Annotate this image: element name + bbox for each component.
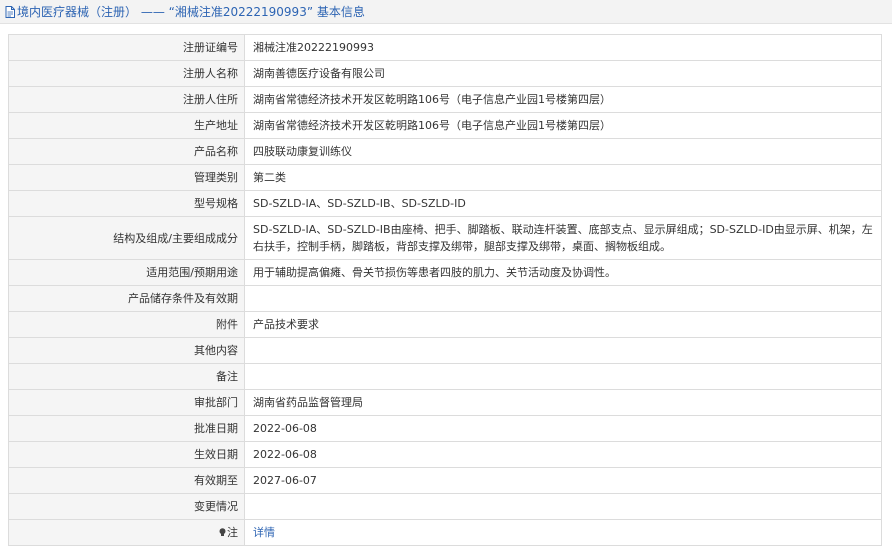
field-value: 湖南省常德经济技术开发区乾明路106号（电子信息产业园1号楼第四层） [244,112,882,139]
field-label: 有效期至 [8,467,245,494]
info-table-body: 注册证编号 湘械注准20222190993 注册人名称 湖南善德医疗设备有限公司… [8,34,882,546]
field-value: 第二类 [244,164,882,191]
table-row: 管理类别 第二类 [8,164,882,191]
note-row: 注 详情 [8,519,882,546]
table-row: 型号规格 SD-SZLD-IA、SD-SZLD-IB、SD-SZLD-ID [8,190,882,217]
field-value: SD-SZLD-IA、SD-SZLD-IB、SD-SZLD-ID [244,190,882,217]
table-row: 批准日期 2022-06-08 [8,415,882,442]
field-value: 2027-06-07 [244,467,882,494]
table-row: 生产地址 湖南省常德经济技术开发区乾明路106号（电子信息产业园1号楼第四层） [8,112,882,139]
table-row: 注册证编号 湘械注准20222190993 [8,34,882,61]
note-label-cell: 注 [8,519,245,546]
field-label: 其他内容 [8,337,245,364]
field-label: 生产地址 [8,112,245,139]
field-label: 备注 [8,363,245,390]
field-value: 湘械注准20222190993 [244,34,882,61]
table-row: 产品名称 四肢联动康复训练仪 [8,138,882,165]
field-label: 变更情况 [8,493,245,520]
note-label: 注 [227,526,238,539]
field-label: 型号规格 [8,190,245,217]
field-value: SD-SZLD-IA、SD-SZLD-IB由座椅、把手、脚踏板、联动连杆装置、底… [244,216,882,260]
field-value: 四肢联动康复训练仪 [244,138,882,165]
info-table-container: 注册证编号 湘械注准20222190993 注册人名称 湖南善德医疗设备有限公司… [8,34,882,546]
field-value: 湖南省药品监督管理局 [244,389,882,416]
field-value: 2022-06-08 [244,415,882,442]
field-label: 产品储存条件及有效期 [8,285,245,312]
table-row: 注册人名称 湖南善德医疗设备有限公司 [8,60,882,87]
info-table: 注册证编号 湘械注准20222190993 注册人名称 湖南善德医疗设备有限公司… [8,34,882,546]
field-value: 湖南省常德经济技术开发区乾明路106号（电子信息产业园1号楼第四层） [244,86,882,113]
lightbulb-icon [219,525,226,536]
table-row: 有效期至 2027-06-07 [8,467,882,494]
table-row: 审批部门 湖南省药品监督管理局 [8,389,882,416]
field-value: 2022-06-08 [244,441,882,468]
table-row: 生效日期 2022-06-08 [8,441,882,468]
field-value: 湖南善德医疗设备有限公司 [244,60,882,87]
field-label: 附件 [8,311,245,338]
field-label: 产品名称 [8,138,245,165]
field-label: 注册人住所 [8,86,245,113]
details-link[interactable]: 详情 [253,526,275,539]
field-label: 批准日期 [8,415,245,442]
field-value [244,363,882,390]
field-value [244,493,882,520]
field-label: 生效日期 [8,441,245,468]
table-row: 注册人住所 湖南省常德经济技术开发区乾明路106号（电子信息产业园1号楼第四层） [8,86,882,113]
table-row: 适用范围/预期用途 用于辅助提高偏瘫、骨关节损伤等患者四肢的肌力、关节活动度及协… [8,259,882,286]
table-row: 产品储存条件及有效期 [8,285,882,312]
table-row: 结构及组成/主要组成成分 SD-SZLD-IA、SD-SZLD-IB由座椅、把手… [8,216,882,260]
field-label: 注册证编号 [8,34,245,61]
field-value [244,285,882,312]
table-row: 附件 产品技术要求 [8,311,882,338]
field-label: 适用范围/预期用途 [8,259,245,286]
field-label: 管理类别 [8,164,245,191]
table-row: 变更情况 [8,493,882,520]
page-header: 境内医疗器械（注册） —— “湘械注准20222190993” 基本信息 [0,0,892,24]
field-value: 产品技术要求 [244,311,882,338]
table-row: 其他内容 [8,337,882,364]
field-label: 审批部门 [8,389,245,416]
page-title: 境内医疗器械（注册） —— “湘械注准20222190993” 基本信息 [17,5,365,19]
field-label: 结构及组成/主要组成成分 [8,216,245,260]
document-icon [5,5,15,18]
note-value-cell: 详情 [244,519,882,546]
field-value: 用于辅助提高偏瘫、骨关节损伤等患者四肢的肌力、关节活动度及协调性。 [244,259,882,286]
table-row: 备注 [8,363,882,390]
field-label: 注册人名称 [8,60,245,87]
field-value [244,337,882,364]
